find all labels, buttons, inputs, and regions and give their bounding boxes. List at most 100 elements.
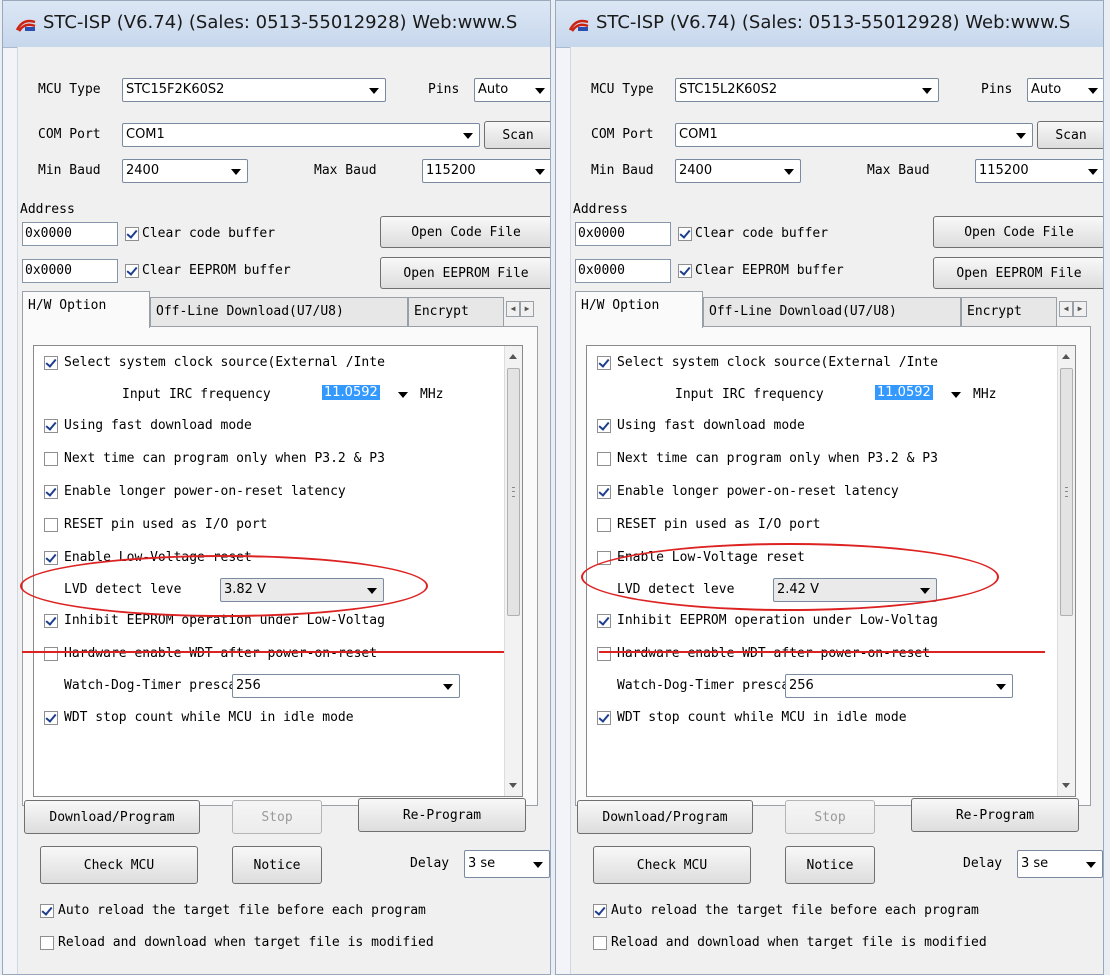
pins-label: Pins: [981, 82, 1013, 97]
auto-reload-label: Auto reload the target file before each …: [611, 903, 979, 918]
check-mcu-button[interactable]: Check MCU: [593, 846, 751, 884]
inhibit-eeprom-checkbox[interactable]: [44, 614, 58, 628]
wdt-stop-checkbox[interactable]: [597, 711, 611, 725]
code-address-input[interactable]: 0x0000: [22, 222, 118, 246]
next-time-checkbox[interactable]: [597, 452, 611, 466]
longer-reset-label: Enable longer power-on-reset latency: [617, 484, 899, 499]
longer-reset-checkbox[interactable]: [44, 485, 58, 499]
scan-button[interactable]: Scan: [1037, 121, 1103, 149]
tab-hw-option[interactable]: H/W Option: [575, 291, 703, 328]
scrollbar-grip-icon: [1065, 487, 1068, 497]
pins-select[interactable]: Auto: [474, 78, 550, 102]
download-program-button[interactable]: Download/Program: [577, 800, 753, 834]
reload-modified-label: Reload and download when target file is …: [58, 935, 434, 950]
scan-button[interactable]: Scan: [484, 121, 550, 149]
title-bar[interactable]: STC-ISP (V6.74) (Sales: 0513-55012928) W…: [3, 1, 550, 48]
scroll-down-icon[interactable]: [1062, 783, 1070, 788]
auto-reload-checkbox[interactable]: [593, 904, 607, 918]
inhibit-eeprom-checkbox[interactable]: [597, 614, 611, 628]
wdt-prescale-select[interactable]: 256: [232, 674, 460, 698]
max-baud-select[interactable]: 115200: [975, 159, 1103, 183]
clear-eeprom-checkbox[interactable]: [125, 264, 139, 278]
stop-button[interactable]: Stop: [785, 800, 875, 834]
max-baud-select[interactable]: 115200: [422, 159, 550, 183]
tab-scroll-left-icon[interactable]: ◀: [506, 301, 520, 317]
tab-offline-download[interactable]: Off-Line Download(U7/U8): [703, 297, 961, 327]
reset-pin-checkbox[interactable]: [597, 518, 611, 532]
tab-strip: H/W Option Off-Line Download(U7/U8) Encr…: [22, 291, 538, 328]
clear-code-checkbox[interactable]: [125, 227, 139, 241]
code-address-input[interactable]: 0x0000: [575, 222, 671, 246]
download-program-button[interactable]: Download/Program: [24, 800, 200, 834]
options-scrollbar[interactable]: [1057, 346, 1075, 796]
pins-select[interactable]: Auto: [1027, 78, 1103, 102]
open-code-file-button[interactable]: Open Code File: [380, 216, 550, 248]
min-baud-select[interactable]: 2400: [675, 159, 801, 183]
tab-scroll-right-icon[interactable]: ▶: [520, 301, 534, 317]
check-mcu-button[interactable]: Check MCU: [40, 846, 198, 884]
scrollbar-thumb[interactable]: [1060, 368, 1073, 616]
mcu-type-select[interactable]: STC15F2K60S2: [122, 78, 386, 102]
eeprom-address-input[interactable]: 0x0000: [22, 259, 118, 283]
pins-label: Pins: [428, 82, 460, 97]
com-port-select[interactable]: COM1: [122, 123, 480, 147]
notice-button[interactable]: Notice: [785, 846, 875, 884]
clear-code-checkbox[interactable]: [678, 227, 692, 241]
inhibit-eeprom-label: Inhibit EEPROM operation under Low-Volta…: [617, 613, 938, 628]
auto-reload-checkbox[interactable]: [40, 904, 54, 918]
pins-value: Auto: [478, 82, 509, 97]
tab-scroll-right-icon[interactable]: ▶: [1073, 301, 1087, 317]
reprogram-button[interactable]: Re-Program: [911, 798, 1079, 832]
notice-button[interactable]: Notice: [232, 846, 322, 884]
mcu-type-value: STC15L2K60S2: [679, 82, 778, 97]
inhibit-eeprom-underline: [22, 651, 504, 653]
tab-strip: H/W Option Off-Line Download(U7/U8) Encr…: [575, 291, 1091, 328]
clear-eeprom-checkbox[interactable]: [678, 264, 692, 278]
fast-download-checkbox[interactable]: [597, 419, 611, 433]
mcu-type-select[interactable]: STC15L2K60S2: [675, 78, 939, 102]
reload-modified-checkbox[interactable]: [40, 936, 54, 950]
irc-frequency-select[interactable]: 11.0592: [875, 382, 963, 406]
scroll-up-icon[interactable]: [1062, 354, 1070, 359]
min-baud-select[interactable]: 2400: [122, 159, 248, 183]
fast-download-checkbox[interactable]: [44, 419, 58, 433]
options-scrollbar[interactable]: [504, 346, 522, 796]
scroll-down-icon[interactable]: [509, 783, 517, 788]
eeprom-address-input[interactable]: 0x0000: [575, 259, 671, 283]
wdt-stop-checkbox[interactable]: [44, 711, 58, 725]
irc-frequency-select[interactable]: 11.0592: [322, 382, 410, 406]
delay-select[interactable]: 3 se: [1017, 850, 1103, 878]
hardware-wdt-label: Hardware enable WDT after power-on-reset: [617, 646, 931, 661]
hardware-wdt-checkbox[interactable]: [44, 647, 58, 661]
reload-modified-label: Reload and download when target file is …: [611, 935, 987, 950]
reset-pin-checkbox[interactable]: [44, 518, 58, 532]
reprogram-button[interactable]: Re-Program: [358, 798, 526, 832]
tab-scroll-left-icon[interactable]: ◀: [1059, 301, 1073, 317]
dropdown-arrow-icon: [443, 684, 453, 690]
scrollbar-thumb[interactable]: [507, 368, 520, 616]
low-voltage-reset-checkbox[interactable]: [44, 551, 58, 565]
open-eeprom-file-button[interactable]: Open EEPROM File: [380, 257, 550, 289]
stop-button[interactable]: Stop: [232, 800, 322, 834]
next-time-checkbox[interactable]: [44, 452, 58, 466]
tab-offline-download[interactable]: Off-Line Download(U7/U8): [150, 297, 408, 327]
title-bar[interactable]: STC-ISP (V6.74) (Sales: 0513-55012928) W…: [556, 1, 1103, 48]
open-eeprom-file-button[interactable]: Open EEPROM File: [933, 257, 1103, 289]
select-clock-checkbox[interactable]: [44, 356, 58, 370]
tab-hw-option[interactable]: H/W Option: [22, 291, 150, 328]
delay-select[interactable]: 3 se: [464, 850, 550, 878]
delay-value: 3 se: [1021, 856, 1049, 871]
hardware-wdt-checkbox[interactable]: [597, 647, 611, 661]
scroll-up-icon[interactable]: [509, 354, 517, 359]
com-port-select[interactable]: COM1: [675, 123, 1033, 147]
reload-modified-checkbox[interactable]: [593, 936, 607, 950]
wdt-prescale-select[interactable]: 256: [785, 674, 1013, 698]
longer-reset-checkbox[interactable]: [597, 485, 611, 499]
window-body: MCU Type STC15F2K60S2 Pins Auto COM Port…: [17, 47, 550, 974]
tab-encrypt[interactable]: Encrypt: [961, 297, 1057, 327]
stc-app-icon: [15, 19, 36, 32]
open-code-file-button[interactable]: Open Code File: [933, 216, 1103, 248]
select-clock-checkbox[interactable]: [597, 356, 611, 370]
tab-encrypt[interactable]: Encrypt: [408, 297, 504, 327]
window-title: STC-ISP (V6.74) (Sales: 0513-55012928) W…: [596, 12, 1071, 33]
